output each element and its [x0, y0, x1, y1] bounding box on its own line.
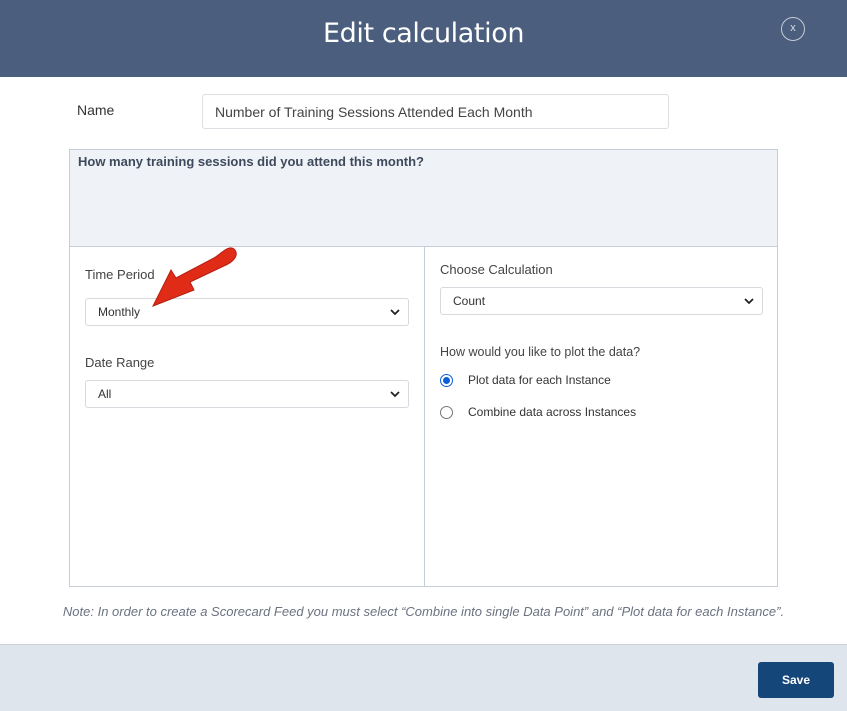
dialog-title: Edit calculation — [322, 18, 525, 49]
radio-checked-icon[interactable] — [440, 374, 453, 387]
left-panel: Time Period Monthly Date Range All — [69, 246, 425, 587]
name-input[interactable] — [202, 94, 669, 129]
modal-header: Edit calculation x — [0, 0, 847, 77]
radio-unchecked-icon[interactable] — [440, 406, 453, 419]
chevron-down-icon — [390, 391, 400, 398]
right-panel: Choose Calculation Count How would you l… — [424, 246, 778, 587]
time-period-label: Time Period — [85, 267, 155, 282]
modal-footer: Save — [0, 644, 847, 711]
close-button[interactable]: x — [781, 17, 805, 41]
date-range-select[interactable]: All — [85, 380, 409, 408]
calculation-value: Count — [453, 294, 486, 308]
note-text: Note: In order to create a Scorecard Fee… — [62, 604, 785, 619]
calculation-select[interactable]: Count — [440, 287, 763, 315]
radio-label: Plot data for each Instance — [468, 373, 611, 387]
date-range-value: All — [98, 387, 112, 401]
time-period-value: Monthly — [98, 305, 141, 319]
date-range-label: Date Range — [85, 355, 155, 370]
question-box: How many training sessions did you atten… — [69, 149, 778, 247]
radio-label: Combine data across Instances — [468, 405, 637, 419]
question-text: How many training sessions did you atten… — [78, 154, 424, 169]
time-period-select[interactable]: Monthly — [85, 298, 409, 326]
plot-question: How would you like to plot the data? — [440, 345, 641, 359]
calculation-label: Choose Calculation — [440, 262, 553, 277]
chevron-down-icon — [744, 298, 754, 305]
chevron-down-icon — [390, 309, 400, 316]
name-label: Name — [77, 102, 115, 118]
save-button[interactable]: Save — [758, 662, 834, 698]
